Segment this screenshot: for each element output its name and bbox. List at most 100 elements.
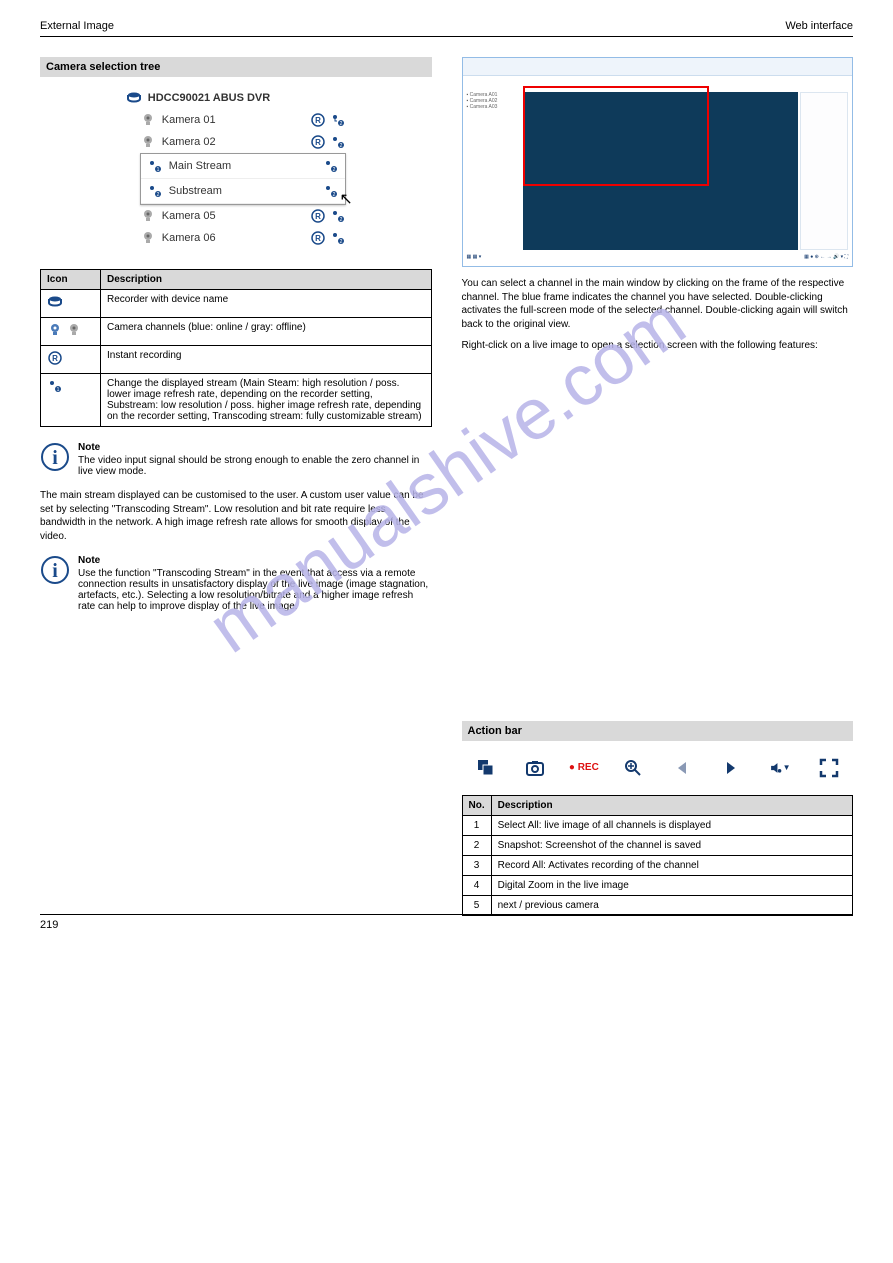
svg-text:2: 2 <box>156 192 159 198</box>
stream-switch-icon[interactable]: 2 <box>330 208 346 224</box>
cell-desc: Record All: Activates recording of the c… <box>491 855 852 875</box>
th-icon: Icon <box>41 270 101 290</box>
rec-icon[interactable]: R <box>310 134 326 150</box>
table-row: R Instant recording <box>41 346 432 374</box>
svg-text:2: 2 <box>339 143 342 149</box>
prev-icon[interactable] <box>671 757 693 779</box>
tree-item[interactable]: Kamera 01 R 2 <box>140 109 346 131</box>
cell-desc: next / previous camera <box>491 895 852 915</box>
cursor-icon: ↖ <box>339 189 352 209</box>
hdr-left: External Image <box>40 20 114 32</box>
th-no: No. <box>462 795 491 815</box>
svg-text:R: R <box>315 138 321 147</box>
main-stream-icon: 1 <box>147 158 163 174</box>
svg-text:2: 2 <box>339 239 342 245</box>
camera-icon <box>140 134 156 150</box>
tree-item[interactable]: Kamera 02 R 2 <box>140 131 346 153</box>
camera-icon <box>140 208 156 224</box>
tree-item-label: Kamera 06 <box>162 232 304 244</box>
tree-item-label: Kamera 01 <box>162 114 304 126</box>
screenshot-thumb: ▪ Camera A01▪ Camera A02▪ Camera A03 ▦ ▦… <box>462 57 854 267</box>
table-row: Camera channels (blue: online / gray: of… <box>41 318 432 346</box>
table-row: Recorder with device name <box>41 290 432 318</box>
tree-root[interactable]: HDCC90021 ABUS DVR <box>126 87 346 109</box>
stream-switch-icon: 1 <box>47 378 63 394</box>
svg-text:i: i <box>52 560 58 582</box>
note-block: i NoteThe video input signal should be s… <box>40 442 432 477</box>
thumb-highlight <box>523 86 709 186</box>
tree-item-label: Kamera 02 <box>162 136 304 148</box>
stream-popup: 1 Main Stream 2 2 Substream 2 ↖ <box>140 153 346 205</box>
stream-switch-icon[interactable]: 2 <box>330 112 346 128</box>
stream-option-main[interactable]: 1 Main Stream 2 <box>141 154 345 179</box>
cell-desc: Digital Zoom in the live image <box>491 875 852 895</box>
thumb-tree: ▪ Camera A01▪ Camera A02▪ Camera A03 <box>467 92 521 110</box>
note-block: i Note Use the function "Transcoding Stre… <box>40 555 432 612</box>
icon-desc-table: Icon Description Recorder with device na… <box>40 269 432 427</box>
stream-switch-icon[interactable]: 2 <box>330 134 346 150</box>
table-row: 1 Change the displayed stream (Main Stea… <box>41 374 432 427</box>
cell-no: 2 <box>462 835 491 855</box>
svg-text:R: R <box>52 354 58 363</box>
cell-desc: Snapshot: Screenshot of the channel is s… <box>491 835 852 855</box>
svg-text:R: R <box>315 116 321 125</box>
action-desc-table: No. Description 1Select All: live image … <box>462 795 854 916</box>
cell-no: 4 <box>462 875 491 895</box>
cell-desc: Change the displayed stream (Main Steam:… <box>101 374 432 427</box>
stream-switch-icon[interactable]: 2 <box>330 230 346 246</box>
rec-icon[interactable]: R <box>310 230 326 246</box>
camera-icon <box>140 112 156 128</box>
svg-text:1: 1 <box>57 387 60 393</box>
th-desc: Description <box>101 270 432 290</box>
cell-no: 1 <box>462 815 491 835</box>
stream-option-label: Main Stream <box>169 160 317 172</box>
snapshot-icon[interactable] <box>524 757 546 779</box>
thumb-titlebar <box>463 58 853 76</box>
note-title: Note <box>78 555 432 566</box>
audio-icon[interactable]: ▼ <box>769 757 791 779</box>
stream-switch-icon[interactable]: 2 <box>323 183 339 199</box>
section-bar-tree: Camera selection tree <box>40 57 432 77</box>
svg-text:1: 1 <box>156 167 159 173</box>
table-row: 4Digital Zoom in the live image <box>462 875 853 895</box>
paragraph: Right-click on a live image to open a se… <box>462 339 854 353</box>
note-body: The video input signal should be strong … <box>78 455 419 477</box>
action-bar: ● REC ▼ <box>462 751 854 785</box>
note-body: Use the function "Transcoding Stream" in… <box>78 568 428 612</box>
table-row: 5next / previous camera <box>462 895 853 915</box>
select-all-icon[interactable] <box>475 757 497 779</box>
cell-desc: Recorder with device name <box>101 290 432 318</box>
rec-icon[interactable]: R <box>310 112 326 128</box>
hdr-right: Web interface <box>785 20 853 32</box>
stream-option-label: Substream <box>169 185 317 197</box>
svg-text:2: 2 <box>332 192 335 198</box>
page-footer: 219 <box>40 914 853 931</box>
table-row: 1Select All: live image of all channels … <box>462 815 853 835</box>
rec-icon[interactable]: R <box>310 208 326 224</box>
record-icon[interactable]: ● REC <box>573 757 595 779</box>
section-bar-action: Action bar <box>462 721 854 741</box>
svg-text:2: 2 <box>339 217 342 223</box>
camera-icon <box>140 230 156 246</box>
recorder-icon <box>126 90 142 106</box>
tree-root-label: HDCC90021 ABUS DVR <box>148 92 346 104</box>
cell-desc: Instant recording <box>101 346 432 374</box>
page-header: External Image Web interface <box>40 20 853 37</box>
paragraph: The main stream displayed can be customi… <box>40 489 432 543</box>
sub-stream-icon: 2 <box>147 183 163 199</box>
camera-icon <box>47 322 63 338</box>
svg-text:R: R <box>315 212 321 221</box>
stream-switch-icon[interactable]: 2 <box>323 158 339 174</box>
camera-tree: HDCC90021 ABUS DVR Kamera 01 R 2 Kamera … <box>126 87 346 249</box>
next-icon[interactable] <box>720 757 742 779</box>
table-row: 3Record All: Activates recording of the … <box>462 855 853 875</box>
th-desc: Description <box>491 795 852 815</box>
page-number: 219 <box>40 919 58 931</box>
stream-option-sub[interactable]: 2 Substream 2 ↖ <box>141 179 345 204</box>
tree-item[interactable]: Kamera 05 R 2 <box>140 205 346 227</box>
fullscreen-icon[interactable] <box>818 757 840 779</box>
thumb-toolbar: ▦ ▦ ▾▦ ● ⊕ ← → 🔊 ▾ ⛶ <box>467 254 849 264</box>
cell-no: 3 <box>462 855 491 875</box>
zoom-icon[interactable] <box>622 757 644 779</box>
tree-item[interactable]: Kamera 06 R 2 <box>140 227 346 249</box>
